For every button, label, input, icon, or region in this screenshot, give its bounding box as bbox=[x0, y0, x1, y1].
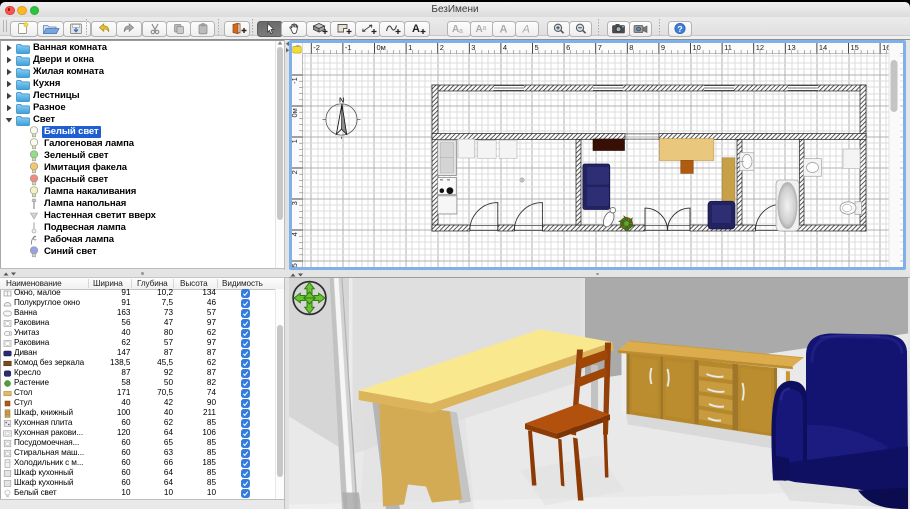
svg-text:A: A bbox=[521, 24, 529, 36]
svg-text:?: ? bbox=[677, 24, 682, 34]
svg-text:5: 5 bbox=[535, 43, 539, 52]
svg-text:a: a bbox=[459, 28, 463, 35]
svg-text:7: 7 bbox=[598, 43, 602, 52]
svg-text:12: 12 bbox=[756, 43, 764, 52]
svg-text:1: 1 bbox=[292, 139, 299, 143]
svg-text:4: 4 bbox=[292, 232, 299, 236]
svg-text:2: 2 bbox=[292, 170, 299, 174]
svg-text:9: 9 bbox=[661, 43, 665, 52]
svg-text:6: 6 bbox=[566, 43, 570, 52]
svg-text:3: 3 bbox=[292, 201, 299, 205]
svg-text:-1: -1 bbox=[292, 77, 299, 84]
svg-text:5: 5 bbox=[292, 263, 299, 267]
svg-text:11: 11 bbox=[724, 43, 732, 52]
svg-text:4: 4 bbox=[503, 43, 507, 52]
svg-text:A: A bbox=[412, 23, 420, 35]
svg-text:2: 2 bbox=[440, 43, 444, 52]
svg-text:A: A bbox=[500, 24, 508, 36]
svg-text:a: a bbox=[482, 25, 486, 32]
svg-text:15: 15 bbox=[851, 43, 859, 52]
svg-text:0м: 0м bbox=[292, 108, 299, 117]
svg-text:10: 10 bbox=[693, 43, 701, 52]
svg-text:0м: 0м bbox=[377, 43, 386, 52]
svg-text:13: 13 bbox=[787, 43, 795, 52]
svg-text:14: 14 bbox=[819, 43, 827, 52]
svg-text:-1: -1 bbox=[345, 43, 352, 52]
svg-text:3: 3 bbox=[471, 43, 475, 52]
svg-text:1: 1 bbox=[408, 43, 412, 52]
svg-text:N: N bbox=[339, 96, 344, 105]
svg-text:8: 8 bbox=[629, 43, 633, 52]
svg-text:-2: -2 bbox=[313, 43, 320, 52]
